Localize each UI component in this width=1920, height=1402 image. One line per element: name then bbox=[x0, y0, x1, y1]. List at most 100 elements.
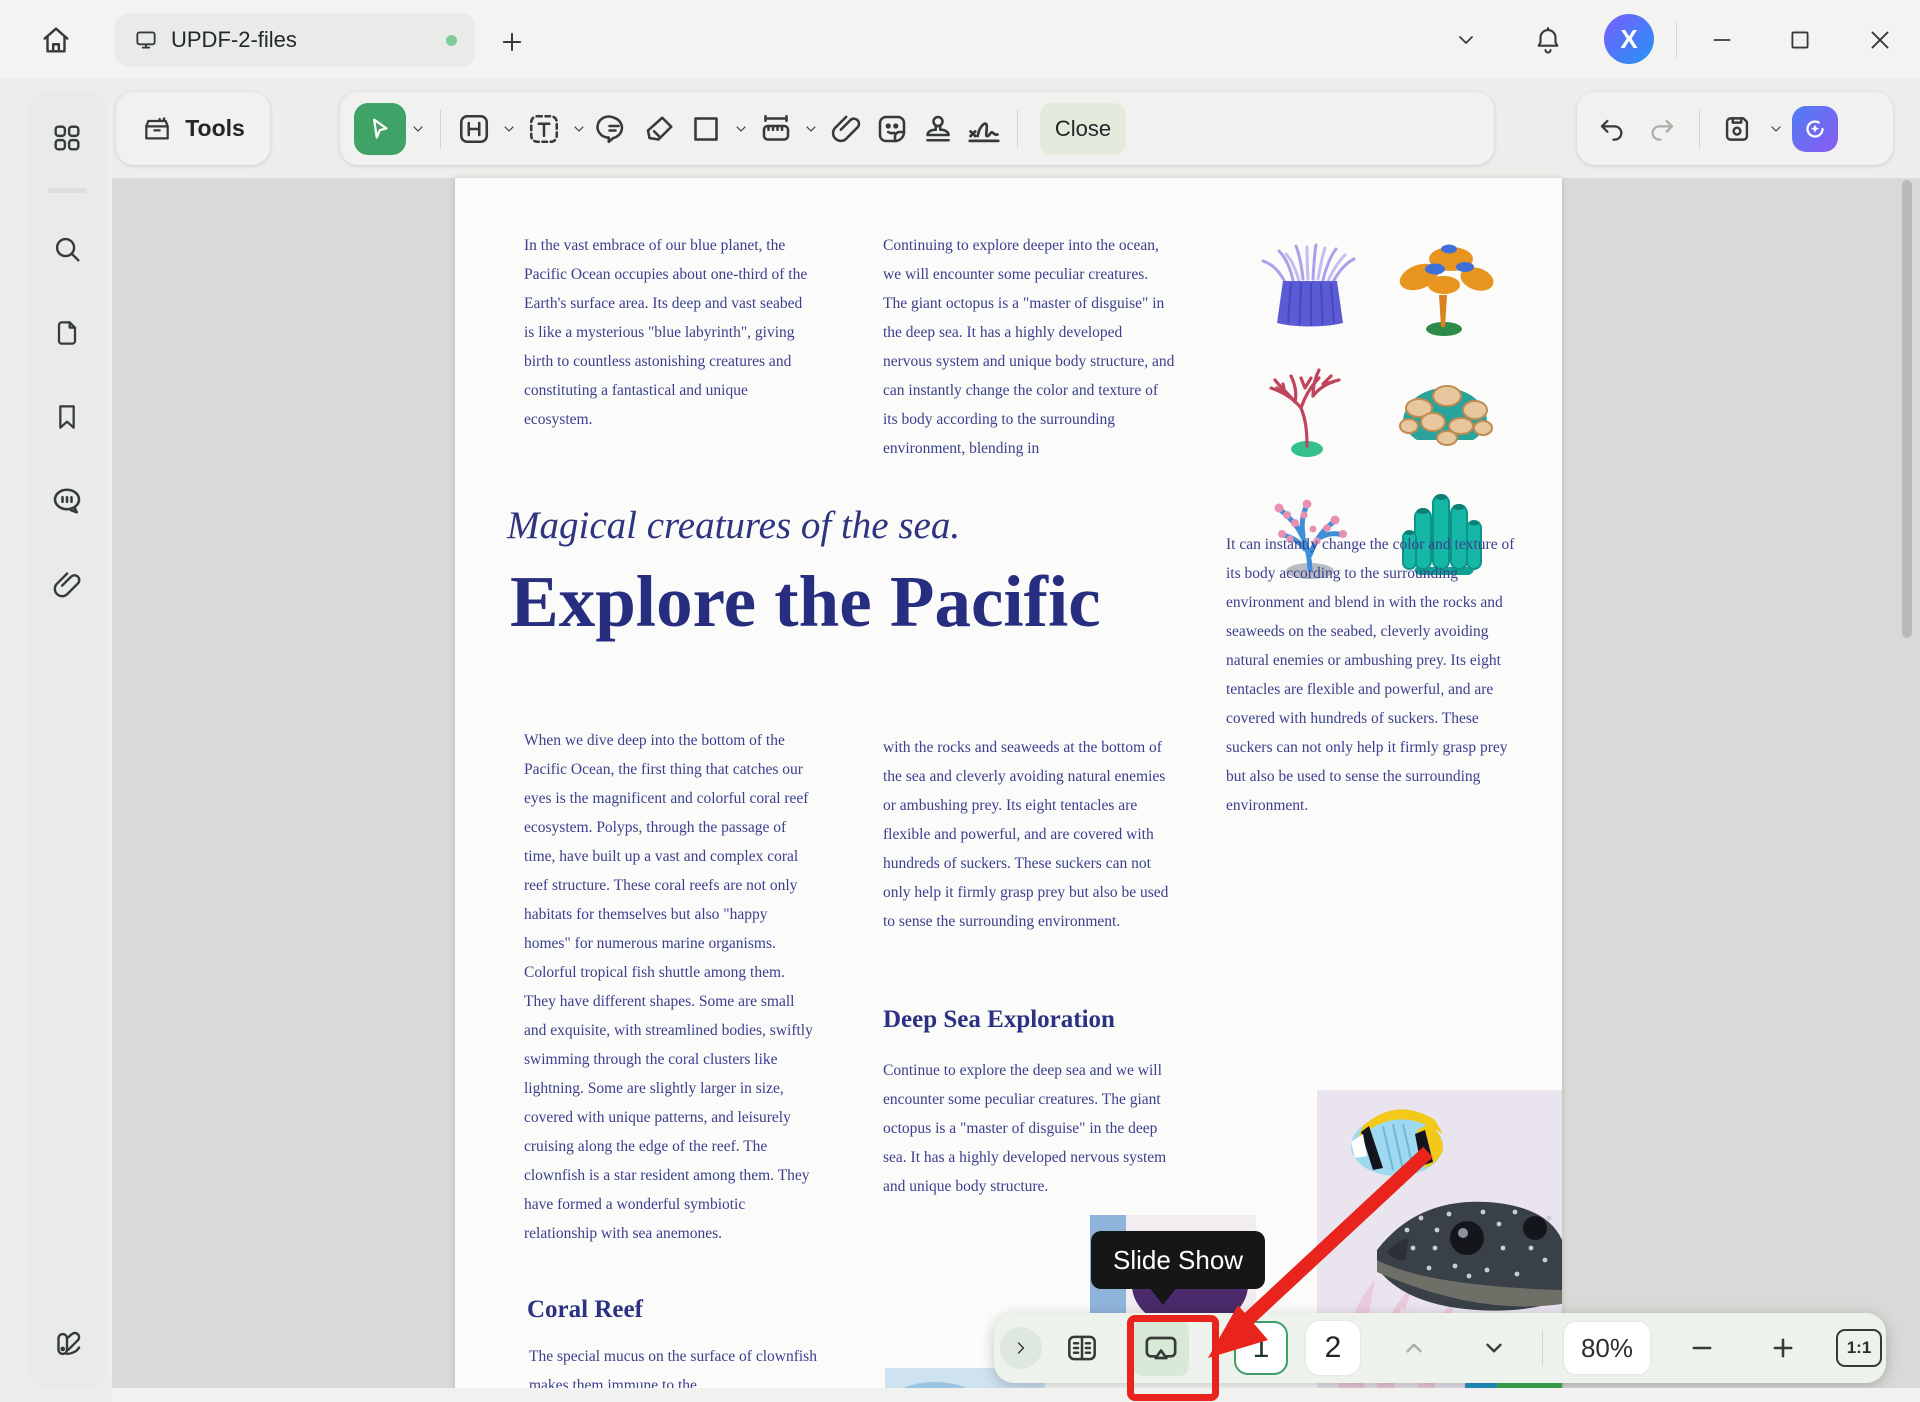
comments-panel-icon bbox=[49, 483, 85, 519]
expand-toolbar-button[interactable] bbox=[1000, 1327, 1042, 1369]
avatar-initial: X bbox=[1620, 24, 1637, 55]
heading-deep-sea: Deep Sea Exploration bbox=[883, 1006, 1115, 1034]
close-label: Close bbox=[1055, 116, 1111, 142]
heading-tool-chevron[interactable] bbox=[497, 117, 521, 141]
minimize-button[interactable] bbox=[1700, 18, 1744, 62]
document-canvas[interactable]: In the vast embrace of our blue planet, … bbox=[112, 178, 1920, 1402]
tooltip-pointer bbox=[1149, 1287, 1177, 1305]
measure-tool-icon bbox=[758, 111, 794, 147]
palette-icon bbox=[50, 1327, 84, 1361]
paragraph-deep-sea: Continue to explore the deep sea and we … bbox=[883, 1056, 1183, 1201]
redo-button[interactable] bbox=[1639, 106, 1685, 152]
sidebar-item-search[interactable] bbox=[41, 223, 93, 275]
chevron-down-icon bbox=[733, 121, 749, 137]
sidebar-item-bookmarks[interactable] bbox=[41, 391, 93, 443]
signature-tool-button[interactable] bbox=[961, 106, 1007, 152]
grid-icon bbox=[50, 121, 84, 155]
chevron-down-icon bbox=[571, 121, 587, 137]
pdf-page[interactable]: In the vast embrace of our blue planet, … bbox=[455, 178, 1562, 1402]
vertical-scrollbar[interactable] bbox=[1900, 178, 1914, 1402]
text-tool-chevron[interactable] bbox=[567, 117, 591, 141]
comment-tool-button[interactable] bbox=[591, 106, 637, 152]
page-layout-button[interactable] bbox=[1060, 1326, 1104, 1370]
page-thumbnails-icon bbox=[51, 317, 83, 349]
zoom-in-icon bbox=[1769, 1334, 1797, 1362]
sidebar-item-pages[interactable] bbox=[41, 307, 93, 359]
window-titlebar: UPDF-2-files X bbox=[0, 0, 1920, 78]
maximize-button[interactable] bbox=[1778, 18, 1822, 62]
chevron-down-icon bbox=[501, 121, 517, 137]
tab-monitor-icon bbox=[133, 27, 159, 53]
coral-image-orange-tree bbox=[1382, 230, 1506, 343]
zoom-in-button[interactable] bbox=[1761, 1326, 1805, 1370]
save-button[interactable] bbox=[1714, 106, 1760, 152]
attachment-tool-button[interactable] bbox=[823, 106, 869, 152]
zoom-level-button[interactable]: 80% bbox=[1564, 1322, 1650, 1374]
page-1-button[interactable]: 1 bbox=[1234, 1321, 1288, 1375]
zoom-out-button[interactable] bbox=[1680, 1326, 1724, 1370]
bookmark-icon bbox=[51, 401, 83, 433]
sidebar-item-attachments[interactable] bbox=[41, 559, 93, 611]
expand-toolbar-icon bbox=[1011, 1338, 1031, 1358]
scrollbar-thumb[interactable] bbox=[1902, 180, 1912, 638]
text-tool-button[interactable] bbox=[521, 106, 567, 152]
document-tab[interactable]: UPDF-2-files bbox=[115, 13, 475, 67]
avatar[interactable]: X bbox=[1604, 14, 1654, 64]
account-menu-chevron[interactable] bbox=[1448, 22, 1484, 58]
toolbar-divider bbox=[440, 110, 441, 148]
chevron-down-icon bbox=[803, 121, 819, 137]
tab-title: UPDF-2-files bbox=[171, 27, 297, 53]
select-tool-button[interactable] bbox=[354, 103, 406, 155]
notifications-button[interactable] bbox=[1528, 18, 1568, 62]
close-icon bbox=[1867, 27, 1893, 53]
shape-tool-chevron[interactable] bbox=[729, 117, 753, 141]
coral-image-mushroom bbox=[1382, 351, 1506, 464]
page-down-icon bbox=[1481, 1335, 1507, 1361]
previous-page-button[interactable] bbox=[1392, 1330, 1436, 1366]
doc-subtitle: Magical creatures of the sea. bbox=[507, 503, 960, 548]
measure-tool-chevron[interactable] bbox=[799, 117, 823, 141]
window-close-button[interactable] bbox=[1858, 18, 1902, 62]
ai-assistant-button[interactable] bbox=[1792, 106, 1838, 152]
shape-tool-button[interactable] bbox=[683, 106, 729, 152]
attachments-panel-icon bbox=[50, 568, 84, 602]
zoom-level-label: 80% bbox=[1581, 1333, 1633, 1364]
comment-tool-icon bbox=[596, 111, 632, 147]
new-tab-button[interactable] bbox=[492, 22, 532, 62]
close-edit-button[interactable]: Close bbox=[1040, 103, 1126, 155]
home-button[interactable] bbox=[30, 14, 82, 66]
sticker-tool-button[interactable] bbox=[869, 106, 915, 152]
chevron-down-icon bbox=[410, 121, 426, 137]
sidebar-item-themes[interactable] bbox=[41, 1318, 93, 1370]
maximize-icon bbox=[1787, 27, 1813, 53]
select-tool-chevron[interactable] bbox=[406, 117, 430, 141]
toolbar-divider bbox=[1542, 1331, 1543, 1365]
tooltip-label: Slide Show bbox=[1113, 1245, 1243, 1276]
stamp-tool-button[interactable] bbox=[915, 106, 961, 152]
sidebar-item-grid[interactable] bbox=[41, 112, 93, 164]
chevron-down-icon bbox=[1454, 28, 1478, 52]
paragraph-explore-deeper: Continuing to explore deeper into the oc… bbox=[883, 231, 1175, 463]
measure-tool-button[interactable] bbox=[753, 106, 799, 152]
slide-show-tooltip: Slide Show bbox=[1091, 1231, 1265, 1289]
paragraph-octopus-suckers: with the rocks and seaweeds at the botto… bbox=[883, 733, 1179, 936]
tools-button[interactable]: Tools bbox=[116, 92, 270, 165]
heading-tool-button[interactable] bbox=[451, 106, 497, 152]
page-up-icon bbox=[1401, 1335, 1427, 1361]
home-icon bbox=[39, 23, 73, 57]
main-toolbar: Close bbox=[340, 92, 1494, 165]
actual-size-button[interactable]: 1:1 bbox=[1836, 1329, 1882, 1367]
text-tool-icon bbox=[526, 111, 562, 147]
left-sidebar bbox=[28, 92, 106, 1388]
undo-button[interactable] bbox=[1589, 106, 1635, 152]
page-2-button[interactable]: 2 bbox=[1306, 1321, 1360, 1375]
next-page-button[interactable] bbox=[1472, 1330, 1516, 1366]
highlighter-tool-button[interactable] bbox=[637, 106, 683, 152]
actual-size-label: 1:1 bbox=[1847, 1338, 1872, 1358]
toolbar-divider bbox=[1017, 110, 1018, 148]
save-chevron[interactable] bbox=[1764, 117, 1788, 141]
redo-icon bbox=[1646, 113, 1678, 145]
sidebar-item-comments[interactable] bbox=[41, 475, 93, 527]
heading-coral-reef: Coral Reef bbox=[527, 1296, 643, 1324]
search-icon bbox=[50, 232, 84, 266]
